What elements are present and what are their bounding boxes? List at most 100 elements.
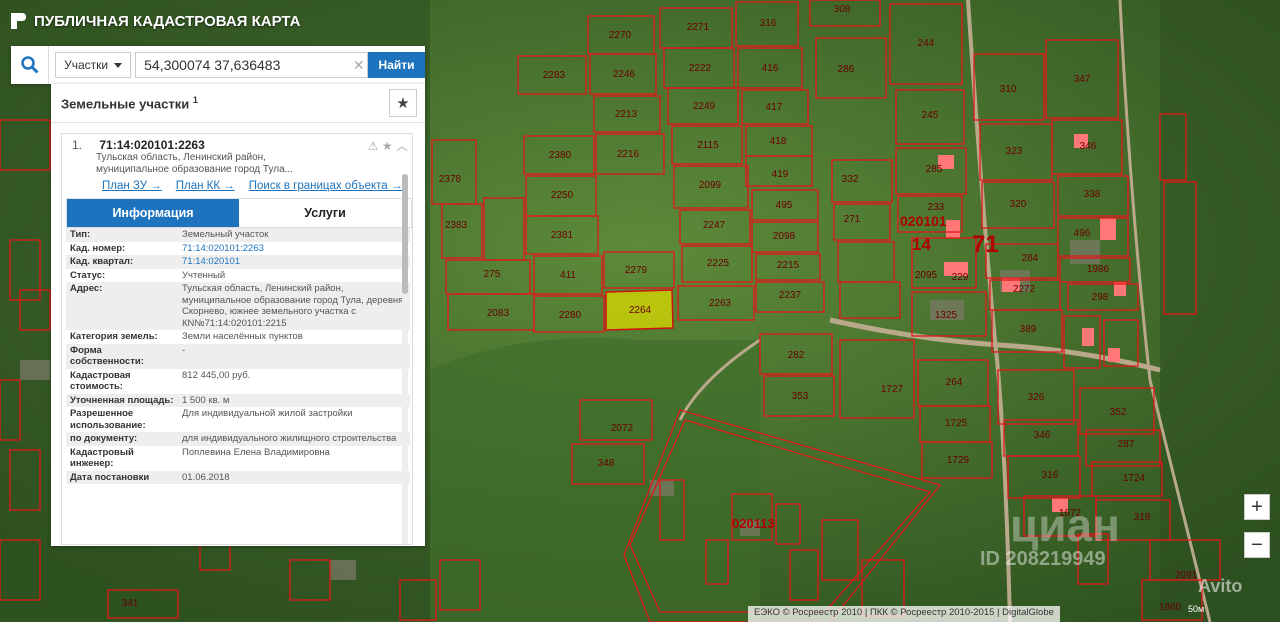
plot-number[interactable]: 2098 xyxy=(773,231,796,242)
plot-number[interactable]: 341 xyxy=(122,598,139,609)
plot-number[interactable]: 2272 xyxy=(1013,284,1036,295)
plot-number[interactable]: 2091 xyxy=(1175,570,1198,581)
panel-title: Земельные участки 1 xyxy=(61,95,198,111)
plot-number[interactable]: 2237 xyxy=(779,290,802,301)
plot-number[interactable]: 411 xyxy=(560,270,576,281)
scrollbar-thumb[interactable] xyxy=(402,174,408,294)
plot-number[interactable]: 284 xyxy=(1022,253,1039,264)
warning-icon[interactable]: ⚠ xyxy=(368,139,379,153)
plot-number[interactable]: 347 xyxy=(1074,74,1091,85)
zoom-out-button[interactable]: − xyxy=(1244,532,1270,558)
plot-number[interactable]: 2271 xyxy=(687,22,710,33)
plot-number[interactable]: 2378 xyxy=(439,174,462,185)
plot-number[interactable]: 287 xyxy=(1118,439,1135,450)
plot-number[interactable]: 417 xyxy=(766,102,783,113)
plot-number[interactable]: 332 xyxy=(842,174,859,185)
plot-number[interactable]: 2247 xyxy=(703,220,726,231)
plot-number[interactable]: 2249 xyxy=(693,101,716,112)
table-row: Кадастровая стоимость: 812 445,00 руб. xyxy=(66,369,410,394)
attr-value-link[interactable]: 71:14:020101:2263 xyxy=(178,242,410,256)
plot-number[interactable]: 1729 xyxy=(947,455,970,466)
plot-number[interactable]: 316 xyxy=(1042,470,1059,481)
plot-number[interactable]: 2215 xyxy=(777,260,800,271)
plot-number[interactable]: 326 xyxy=(1028,392,1045,403)
plot-number[interactable]: 2115 xyxy=(697,140,719,151)
plot-number[interactable]: 308 xyxy=(834,4,851,15)
plot-number[interactable]: 389 xyxy=(1020,324,1037,335)
plot-number[interactable]: 275 xyxy=(484,269,501,280)
attr-value-link[interactable]: 71:14:020101 xyxy=(178,255,410,269)
plot-number[interactable]: 2264 xyxy=(629,305,652,316)
plot-number[interactable]: 1325 xyxy=(935,310,958,321)
tab-services[interactable]: Услуги xyxy=(239,199,411,227)
plot-number[interactable]: 2250 xyxy=(551,190,574,201)
plot-number[interactable]: 1860 xyxy=(1159,602,1182,613)
table-row: по документу: для индивидуального жилищно… xyxy=(66,432,410,446)
plot-number[interactable]: 353 xyxy=(792,391,809,402)
plot-number[interactable]: 1725 xyxy=(945,418,968,429)
plot-number[interactable]: 496 xyxy=(1074,228,1091,239)
plot-number[interactable]: 298 xyxy=(1092,292,1109,303)
plot-number[interactable]: 2280 xyxy=(559,310,582,321)
plot-number[interactable]: 323 xyxy=(1006,146,1023,157)
tab-information[interactable]: Информация xyxy=(67,199,239,227)
object-type-select[interactable]: Участки xyxy=(55,52,132,78)
plot-number[interactable]: 2383 xyxy=(445,220,468,231)
plot-number[interactable]: 495 xyxy=(776,200,793,211)
plot-number[interactable]: 2381 xyxy=(551,230,574,241)
search-in-bounds-link[interactable]: Поиск в границах объекта → xyxy=(249,180,403,192)
plot-number[interactable]: 418 xyxy=(770,136,787,147)
plan-zu-link[interactable]: План ЗУ → xyxy=(102,180,162,192)
plot-number[interactable]: 2279 xyxy=(625,265,648,276)
plot-number[interactable]: 286 xyxy=(838,64,855,75)
star-icon[interactable]: ★ xyxy=(382,139,393,153)
clear-icon[interactable]: ✕ xyxy=(350,52,369,78)
region-label: 71 xyxy=(972,231,999,258)
plot-number[interactable]: 310 xyxy=(1000,84,1017,95)
plot-number[interactable]: 1727 xyxy=(881,384,904,395)
plot-number[interactable]: 316 xyxy=(760,18,777,29)
plot-number[interactable]: 346 xyxy=(1080,141,1097,152)
collapse-icon[interactable]: ︿ xyxy=(396,139,408,153)
plot-number[interactable]: 416 xyxy=(762,63,779,74)
plot-number[interactable]: 2246 xyxy=(613,69,636,80)
find-button[interactable]: Найти xyxy=(368,52,425,78)
plot-number[interactable]: 2380 xyxy=(549,150,572,161)
plot-number[interactable]: 2072 xyxy=(611,423,634,434)
table-row: Категория земель: Земли населённых пункто… xyxy=(66,330,410,344)
plot-number[interactable]: 2283 xyxy=(543,70,566,81)
plot-number[interactable]: 282 xyxy=(788,350,805,361)
plot-number[interactable]: 1724 xyxy=(1123,473,1146,484)
plot-number[interactable]: 264 xyxy=(946,377,963,388)
plot-number[interactable]: 233 xyxy=(928,202,945,213)
plot-number[interactable]: 352 xyxy=(1110,407,1127,418)
search-input[interactable] xyxy=(135,52,351,78)
plot-number[interactable]: 320 xyxy=(1010,199,1027,210)
plot-number[interactable]: 2222 xyxy=(689,63,712,74)
plot-number[interactable]: 229 xyxy=(952,272,969,283)
plot-number[interactable]: 2099 xyxy=(699,180,722,191)
zoom-in-button[interactable]: + xyxy=(1244,494,1270,520)
attr-key: Категория земель: xyxy=(70,331,158,342)
plot-number[interactable]: 2213 xyxy=(615,109,638,120)
plot-number[interactable]: 2225 xyxy=(707,258,730,269)
plot-number[interactable]: 348 xyxy=(598,458,615,469)
plot-number[interactable]: 2095 xyxy=(915,270,938,281)
plot-number[interactable]: 244 xyxy=(918,38,935,49)
plot-number[interactable]: 2083 xyxy=(487,308,510,319)
plot-number[interactable]: 318 xyxy=(1134,512,1151,523)
attr-value: Для индивидуальной жилой застройки xyxy=(182,408,353,419)
plan-kk-link[interactable]: План КК → xyxy=(176,180,235,192)
plot-number[interactable]: 2270 xyxy=(609,30,632,41)
favorite-star-icon[interactable]: ★ xyxy=(389,89,417,117)
plot-number[interactable]: 245 xyxy=(922,110,939,121)
plot-number[interactable]: 338 xyxy=(1084,189,1101,200)
plot-number[interactable]: 2216 xyxy=(617,149,640,160)
plot-number[interactable]: 419 xyxy=(772,169,789,180)
plot-number[interactable]: 346 xyxy=(1034,430,1051,441)
plot-number[interactable]: 285 xyxy=(926,164,943,175)
plot-number[interactable]: 1986 xyxy=(1087,264,1110,275)
plot-number[interactable]: 2263 xyxy=(709,298,732,309)
search-icon[interactable] xyxy=(11,46,50,84)
plot-number[interactable]: 271 xyxy=(844,214,861,225)
